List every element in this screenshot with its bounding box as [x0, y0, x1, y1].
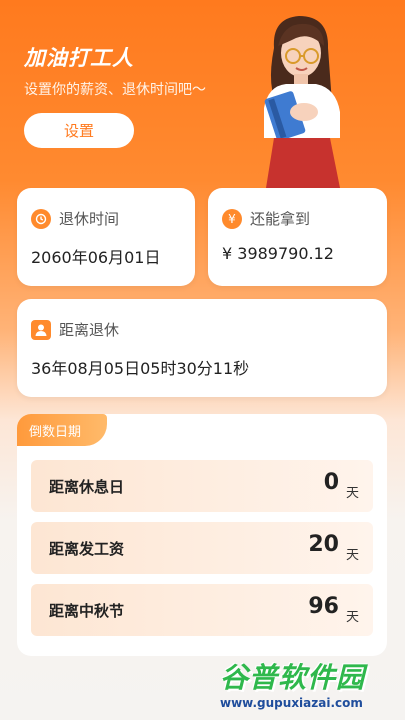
- until-retire-value: 36年08月05日05时30分11秒: [31, 359, 250, 378]
- person-icon: [31, 319, 51, 340]
- earnings-card: ¥ 还能拿到 ¥ 3989790.12: [208, 188, 387, 286]
- countdown-section: 倒数日期 距离休息日 0 天 距离发工资 20 天 距离中秋节 96 天: [17, 414, 387, 656]
- list-item[interactable]: 距离发工资 20 天: [31, 522, 373, 574]
- earnings-value: ¥ 3989790.12: [222, 244, 334, 263]
- row-value: 96: [308, 594, 339, 619]
- retire-time-label: 退休时间: [59, 210, 120, 228]
- row-label: 距离休息日: [49, 478, 125, 496]
- retire-time-value: 2060年06月01日: [31, 248, 161, 267]
- list-item[interactable]: 距离中秋节 96 天: [31, 584, 373, 636]
- watermark-title: 谷普软件园: [220, 661, 366, 694]
- clock-icon: [31, 208, 51, 229]
- row-label: 距离发工资: [49, 540, 125, 558]
- page-subtitle: 设置你的薪资、退休时间吧～: [24, 82, 206, 98]
- watermark-url: www.gupuxiazai.com: [220, 696, 363, 710]
- list-item[interactable]: 距离休息日 0 天: [31, 460, 373, 512]
- row-value: 20: [308, 532, 339, 557]
- girl-illustration: [264, 16, 340, 188]
- watermark-logo: 谷普软件园 www.gupuxiazai.com: [220, 656, 405, 716]
- row-unit: 天: [345, 548, 359, 563]
- retire-time-card: 退休时间 2060年06月01日: [17, 188, 195, 286]
- setup-button[interactable]: 设置: [24, 113, 134, 148]
- row-label: 距离中秋节: [49, 602, 125, 620]
- countdown-tag: 倒数日期: [17, 414, 107, 446]
- yen-icon: ¥: [222, 208, 242, 229]
- page-title: 加油打工人: [24, 46, 134, 70]
- until-retire-label: 距离退休: [59, 321, 120, 339]
- row-unit: 天: [345, 486, 359, 501]
- until-retire-card: 距离退休 36年08月05日05时30分11秒: [17, 299, 387, 397]
- row-unit: 天: [345, 610, 359, 625]
- earnings-label: 还能拿到: [250, 210, 311, 228]
- row-value: 0: [323, 470, 339, 495]
